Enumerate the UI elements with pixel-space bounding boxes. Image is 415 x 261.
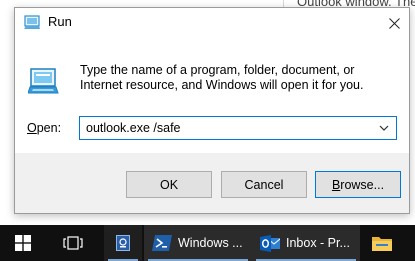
run-program-icon — [28, 68, 59, 94]
close-button[interactable] — [379, 8, 409, 38]
folder-icon — [372, 237, 392, 251]
chevron-down-icon[interactable] — [378, 122, 390, 134]
taskbar-outlook[interactable]: Inbox - Pr... — [252, 225, 360, 261]
dialog-title: Run — [48, 14, 72, 29]
app-icon — [116, 235, 130, 251]
cancel-button[interactable]: Cancel — [221, 171, 307, 198]
open-label: Open: — [27, 121, 62, 135]
run-dialog: Run Type the name of a program, folder, … — [14, 7, 410, 214]
open-input-value[interactable]: outlook.exe /safe — [86, 121, 181, 135]
start-button[interactable] — [0, 225, 46, 261]
outlook-icon — [260, 234, 280, 252]
task-view-button[interactable] — [50, 225, 96, 261]
run-title-icon — [24, 15, 40, 29]
taskbar-app[interactable] — [104, 225, 142, 261]
taskbar-powershell[interactable]: Windows ... — [144, 225, 252, 261]
ok-button[interactable]: OK — [126, 171, 212, 198]
taskbar-file-explorer[interactable] — [362, 225, 402, 261]
dialog-content: Type the name of a program, folder, docu… — [15, 38, 409, 153]
title-bar[interactable]: Run — [15, 8, 409, 38]
taskbar-powershell-label: Windows ... — [178, 236, 243, 250]
powershell-icon — [152, 235, 172, 251]
windows-logo-icon — [15, 235, 31, 251]
close-icon — [388, 17, 400, 29]
taskbar: Windows ... Inbox - Pr... — [0, 225, 415, 261]
taskbar-outlook-label: Inbox - Pr... — [286, 236, 350, 250]
open-combobox[interactable]: outlook.exe /safe — [79, 116, 397, 140]
task-view-icon — [63, 236, 83, 250]
dialog-description: Type the name of a program, folder, docu… — [80, 63, 364, 92]
browse-button[interactable]: Browse... — [315, 171, 401, 198]
